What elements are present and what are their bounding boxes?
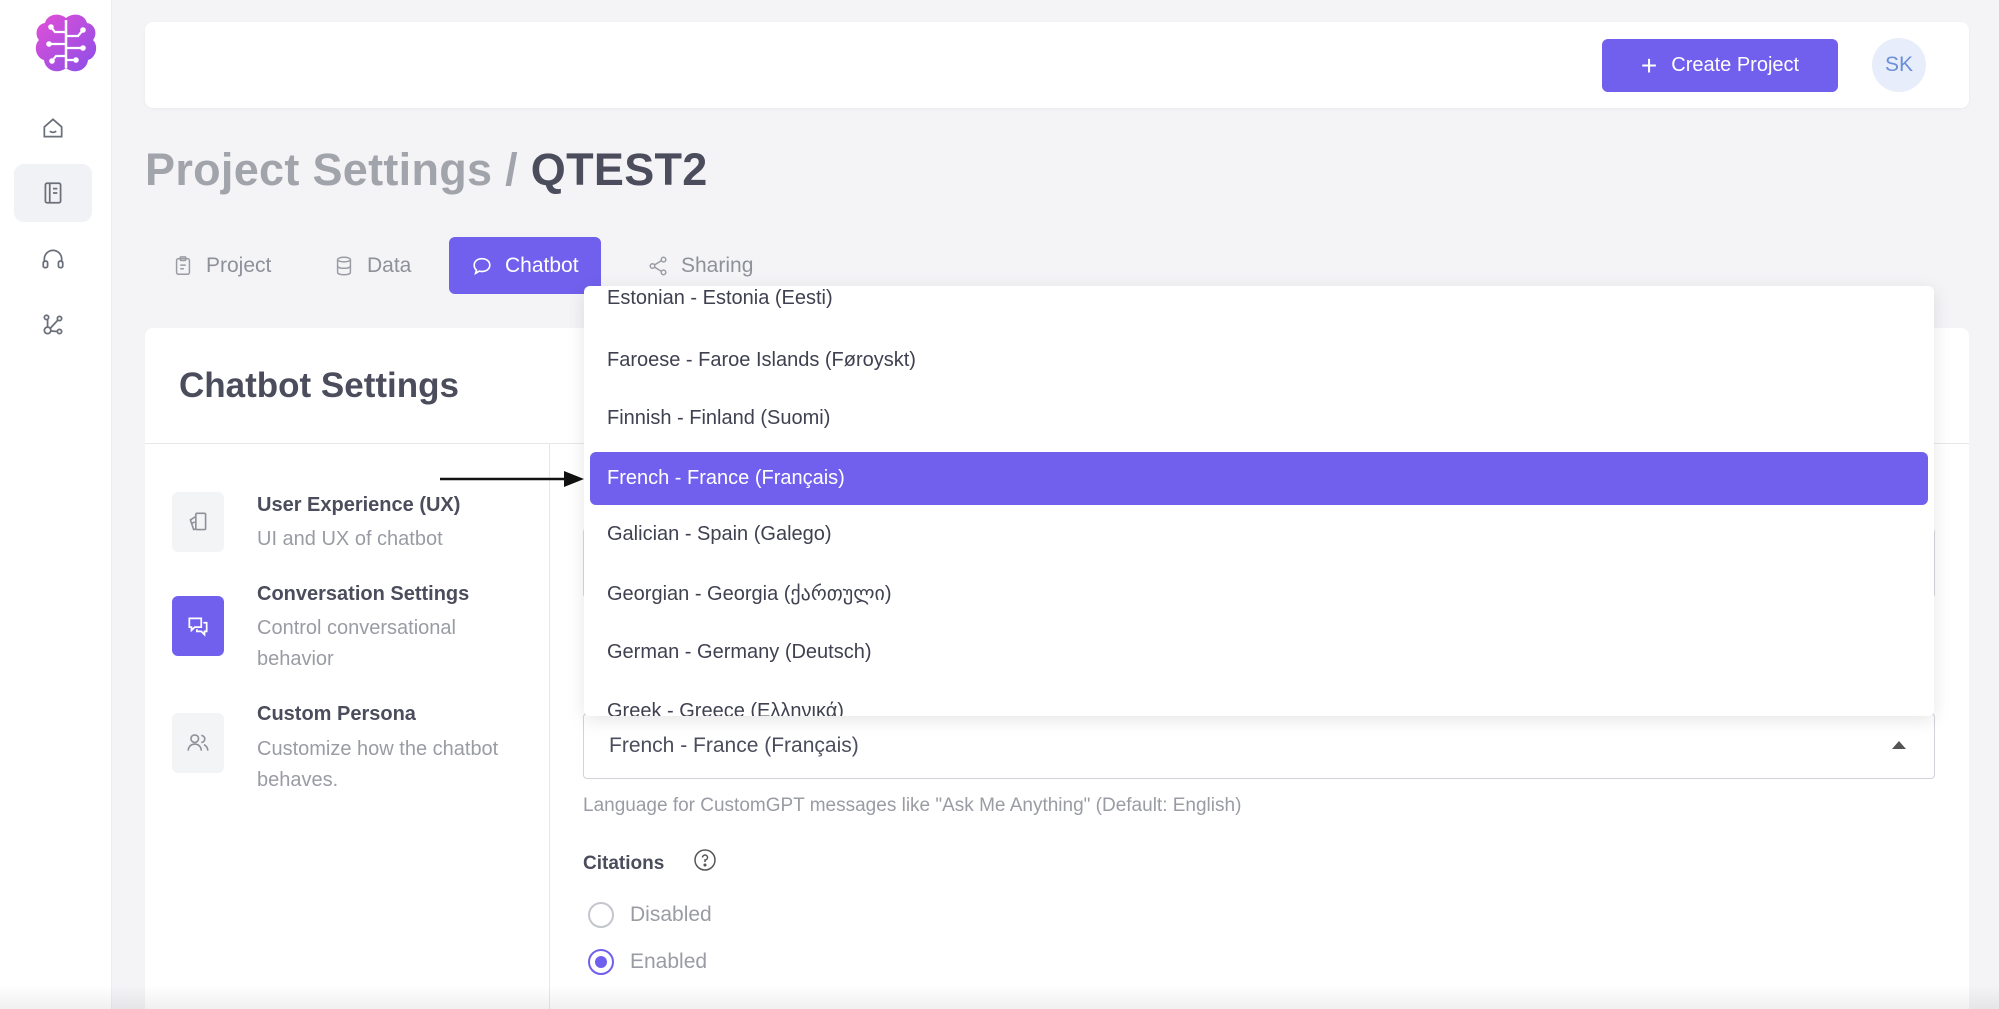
plus-icon: + — [1640, 49, 1658, 81]
nodes-icon — [43, 314, 63, 335]
nav-projects[interactable] — [14, 164, 92, 222]
users-icon — [187, 734, 209, 751]
caret-up-icon — [1892, 741, 1906, 749]
radio-label: Enabled — [630, 950, 708, 973]
dropdown-option[interactable]: Faroese - Faroe Islands (Føroyskt) — [590, 334, 1928, 387]
question-circle-icon[interactable] — [693, 848, 717, 872]
card-title: Chatbot Settings — [179, 366, 459, 405]
conversation-icon — [188, 617, 208, 637]
section-title-ux[interactable]: User Experience (UX) — [257, 494, 460, 517]
share-icon — [649, 256, 667, 275]
left-nav-rail — [0, 0, 112, 1009]
tab-project[interactable]: Project — [150, 237, 293, 294]
top-bar: + Create Project SK — [145, 22, 1969, 108]
tab-data[interactable]: Data — [311, 237, 433, 294]
dropdown-option[interactable]: Finnish - Finland (Suomi) — [590, 392, 1928, 445]
language-help-text: Language for CustomGPT messages like "As… — [583, 795, 1242, 816]
tab-label: Chatbot — [505, 253, 579, 277]
dropdown-option-selected[interactable]: French - France (Français) — [590, 452, 1928, 505]
home-icon — [43, 118, 63, 138]
tab-label: Project — [206, 253, 272, 277]
language-dropdown-list[interactable]: Estonian - Estonia (Eesti) Faroese - Far… — [584, 286, 1934, 716]
layers-icon — [189, 512, 207, 531]
bottom-shadow — [0, 985, 1999, 1009]
section-desc-conversation: Control conversational behavior — [257, 617, 456, 670]
tab-label: Sharing — [681, 253, 754, 277]
divider — [549, 443, 550, 1009]
section-desc-ux: UI and UX of chatbot — [257, 528, 443, 550]
clipboard-icon — [175, 255, 191, 275]
nav-integrations[interactable] — [14, 296, 92, 354]
create-project-button[interactable]: + Create Project — [1602, 39, 1838, 92]
ux-section-button[interactable] — [172, 492, 224, 552]
citations-label: Citations — [583, 853, 665, 874]
book-icon — [44, 182, 62, 204]
conversation-section-button[interactable] — [172, 596, 224, 656]
chat-bubble-icon — [473, 257, 491, 275]
create-project-label: Create Project — [1671, 54, 1800, 76]
nav-support[interactable] — [14, 230, 92, 288]
page-title: Project Settings / QTEST2 — [145, 144, 708, 196]
dropdown-option[interactable]: Estonian - Estonia (Eesti) — [590, 286, 1928, 325]
tab-chatbot[interactable]: Chatbot — [449, 237, 601, 294]
breadcrumb-prefix: Project Settings / — [145, 144, 518, 195]
section-title-persona[interactable]: Custom Persona — [257, 703, 416, 726]
headphones-icon — [42, 249, 64, 269]
citations-enabled-option[interactable]: Enabled — [588, 949, 707, 975]
project-name: QTEST2 — [530, 144, 708, 195]
section-title-conversation[interactable]: Conversation Settings — [257, 583, 469, 606]
tab-label: Data — [367, 253, 412, 277]
radio-button-selected[interactable] — [588, 949, 614, 975]
language-select[interactable]: French - France (Français) — [583, 713, 1935, 779]
radio-button[interactable] — [588, 902, 614, 928]
language-select-value: French - France (Français) — [609, 734, 859, 757]
radio-label: Disabled — [630, 903, 712, 926]
citations-disabled-option[interactable]: Disabled — [588, 902, 712, 928]
database-icon — [336, 256, 352, 275]
dropdown-option[interactable]: Georgian - Georgia (ქართული) — [590, 567, 1928, 620]
dropdown-option[interactable]: Greek - Greece (Ελληνικά) — [590, 685, 1928, 716]
dropdown-option[interactable]: German - Germany (Deutsch) — [590, 626, 1928, 679]
persona-section-button[interactable] — [172, 713, 224, 773]
section-desc-persona: Customize how the chatbot behaves. — [257, 738, 499, 791]
dropdown-option[interactable]: Galician - Spain (Galego) — [590, 508, 1928, 561]
nav-home[interactable] — [14, 99, 92, 157]
brain-logo-icon[interactable] — [31, 10, 101, 80]
user-avatar[interactable]: SK — [1872, 38, 1926, 92]
annotation-arrow-icon — [440, 471, 584, 487]
